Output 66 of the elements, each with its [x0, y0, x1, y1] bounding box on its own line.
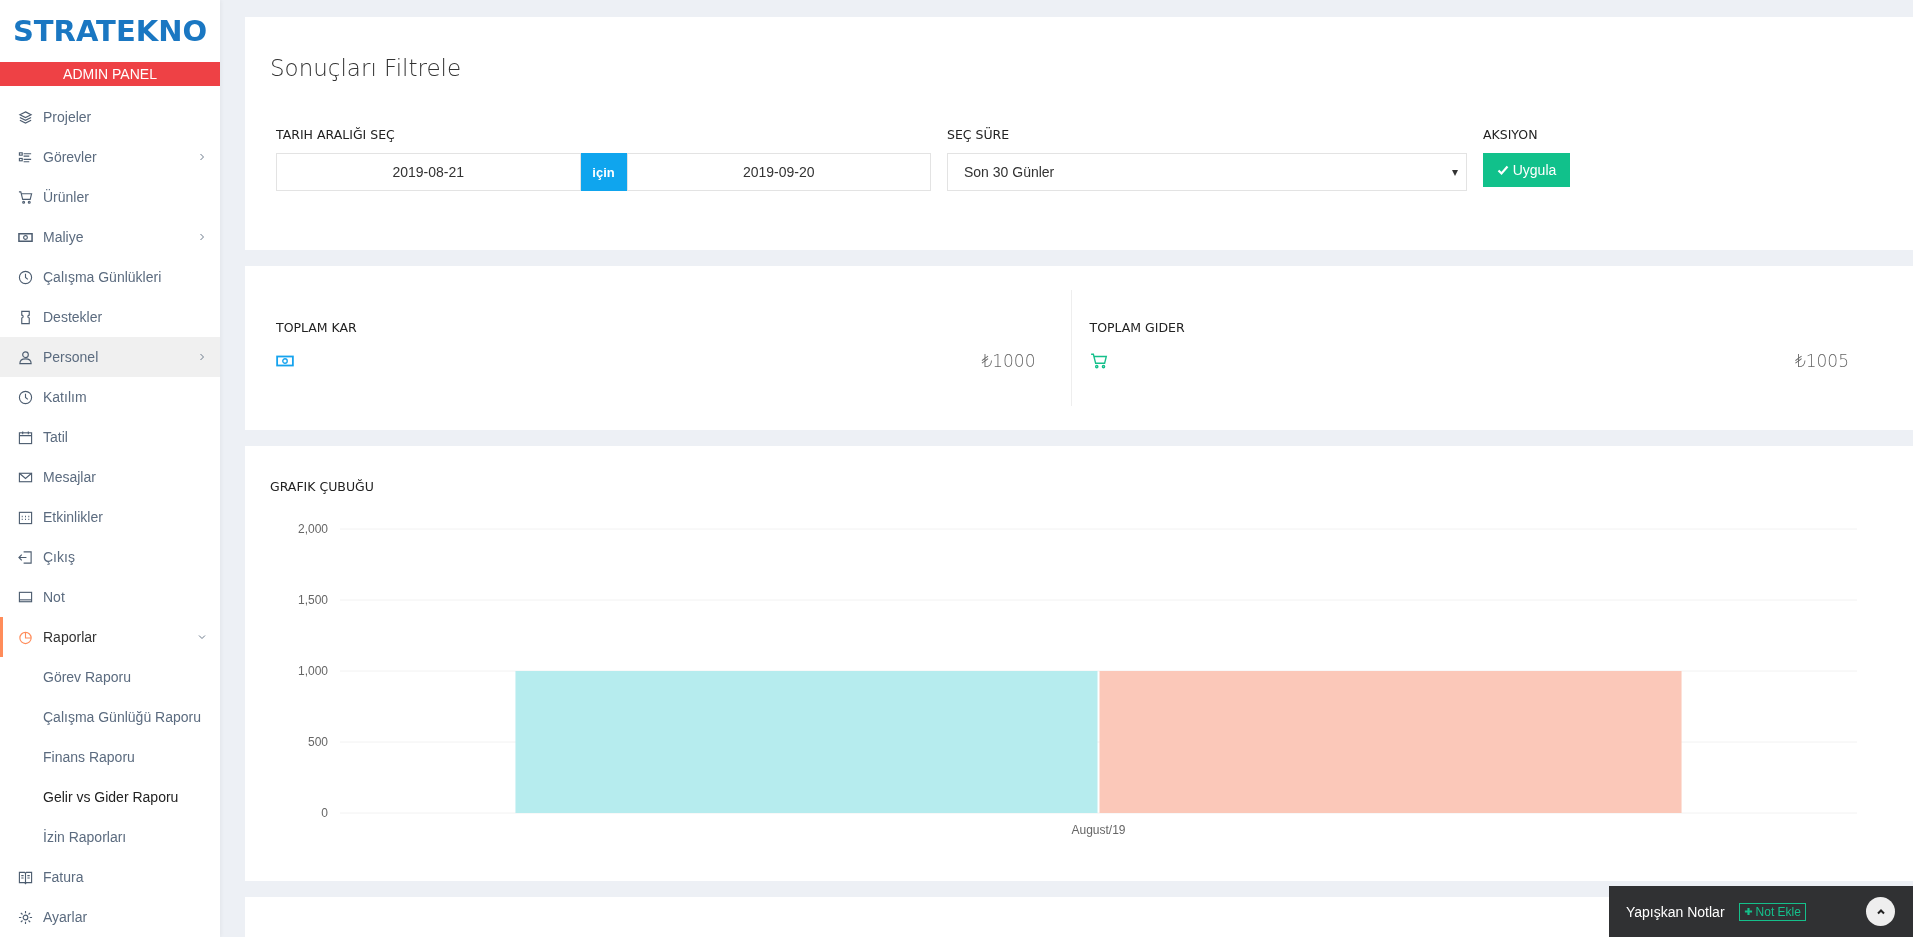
chevron-icon	[198, 233, 206, 241]
sidebar-item[interactable]: Ürünler	[0, 177, 220, 217]
chevron-icon	[198, 153, 206, 161]
monitor-icon	[18, 589, 33, 605]
period-dropdown[interactable]: Son 30 Günler ▾	[947, 153, 1467, 191]
sidebar-item[interactable]: Görevler	[0, 137, 220, 177]
sidebar-subitem[interactable]: İzin Raporları	[0, 817, 220, 857]
collapse-button[interactable]	[1866, 897, 1895, 926]
sidebar-item[interactable]: Fatura	[0, 857, 220, 897]
sidebar-item[interactable]: Etkinlikler	[0, 497, 220, 537]
sidebar-item[interactable]: Çıkış	[0, 537, 220, 577]
chevron-icon	[198, 353, 206, 361]
plus-icon	[1743, 907, 1753, 916]
sidebar-subitem[interactable]: Görev Raporu	[0, 657, 220, 697]
filter-title: Sonuçları Filtrele	[270, 54, 463, 83]
date-range-label: TARIH ARALIĞI SEÇ	[276, 127, 396, 144]
summary-amount: ₺1005	[1794, 351, 1849, 371]
pie-chart-icon	[18, 629, 33, 645]
clock-icon	[18, 389, 33, 405]
y-axis-label: 0	[321, 806, 328, 821]
sidebar-item[interactable]: Tatil	[0, 417, 220, 457]
check-icon	[1496, 164, 1509, 176]
calendar-icon	[18, 509, 33, 525]
action-label: AKSIYON	[1483, 127, 1539, 144]
ticket-icon	[18, 309, 33, 325]
sticky-notes-title: Yapışkan Notlar	[1626, 903, 1725, 920]
sidebar-item[interactable]: Mesajlar	[0, 457, 220, 497]
sidebar-item[interactable]: Raporlar	[0, 617, 220, 657]
admin-panel-banner: ADMIN PANEL	[0, 62, 220, 86]
chevron-icon	[198, 633, 206, 641]
y-axis-label: 1,500	[297, 593, 328, 608]
gear-icon	[18, 909, 33, 925]
summary-amount: ₺1000	[981, 351, 1036, 371]
date-separator: için	[580, 153, 627, 191]
summary-label: TOPLAM GIDER	[1089, 320, 1186, 335]
sidebar-item[interactable]: Projeler	[0, 97, 220, 137]
sidebar-subitem[interactable]: Gelir vs Gider Raporu	[0, 777, 220, 817]
list-icon	[18, 149, 33, 165]
sidebar-item[interactable]: Personel	[0, 337, 220, 377]
sidebar-item[interactable]: Çalışma Günlükleri	[0, 257, 220, 297]
summary-label: TOPLAM KAR	[276, 320, 358, 335]
user-icon	[18, 349, 33, 365]
cart-icon	[18, 189, 33, 205]
sidebar-item[interactable]: Maliye	[0, 217, 220, 257]
logo[interactable]: STRATEKNO	[0, 0, 220, 62]
sidebar-item[interactable]: Destekler	[0, 297, 220, 337]
period-label: SEÇ SÜRE	[947, 127, 1011, 144]
sidebar-item[interactable]: Ayarlar	[0, 897, 220, 937]
y-axis-label: 2,000	[297, 522, 328, 537]
cart-icon	[1089, 352, 1108, 370]
book-icon	[18, 869, 33, 885]
x-axis-label: August/19	[1071, 823, 1126, 838]
y-axis-label: 500	[307, 735, 328, 750]
logout-icon	[18, 549, 33, 565]
y-axis-label: 1,000	[297, 664, 328, 679]
layers-icon	[18, 109, 33, 125]
chart-title: GRAFIK ÇUBUĞU	[270, 479, 375, 497]
sidebar-item[interactable]: Katılım	[0, 377, 220, 417]
calendar-icon	[18, 429, 33, 445]
sidebar-subitem[interactable]: Finans Raporu	[0, 737, 220, 777]
add-note-button[interactable]: Not Ekle	[1738, 902, 1806, 921]
start-date-field[interactable]: 2019-08-21	[276, 153, 581, 191]
sidebar-subitem[interactable]: Çalışma Günlüğü Raporu	[0, 697, 220, 737]
clock-icon	[18, 269, 33, 285]
end-date-field[interactable]: 2019-09-20	[626, 153, 931, 191]
sidebar-item[interactable]: Not	[0, 577, 220, 617]
